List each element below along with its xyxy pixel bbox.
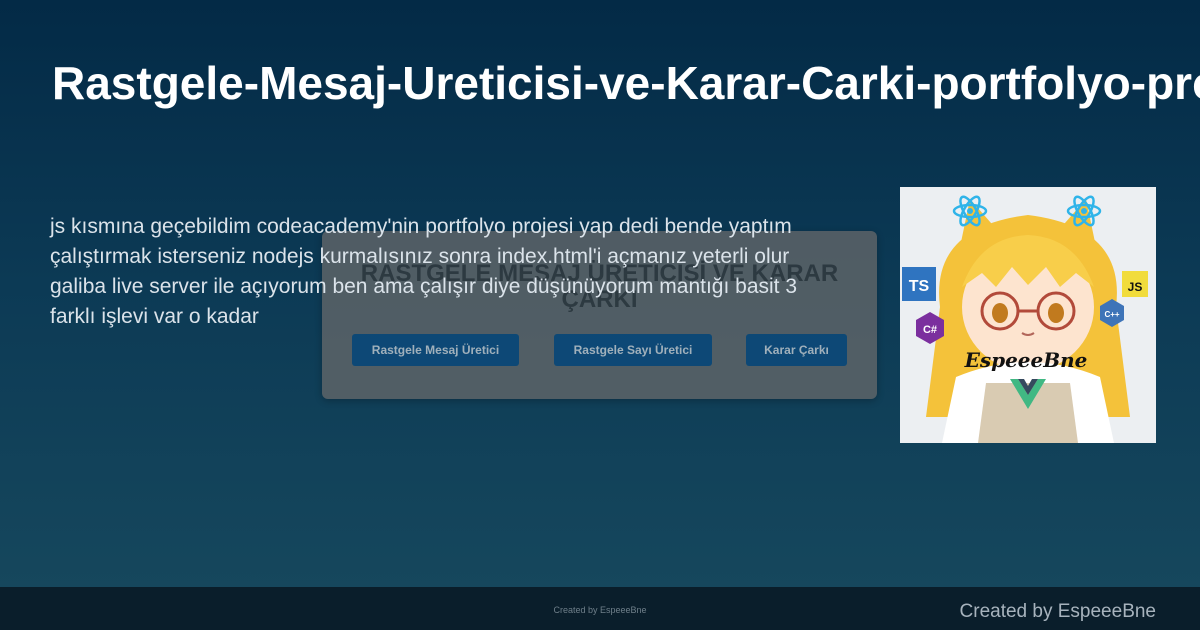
repo-title: Rastgele-Mesaj-Ureticisi-ve-Karar-Carki-…: [52, 57, 1200, 109]
cpp-badge: C++: [1104, 310, 1119, 319]
avatar-illustration: TS JS C# C++ EspeeeBne: [900, 187, 1156, 443]
csharp-badge: C#: [923, 324, 937, 336]
footer-bar: Created by EspeeeBne Created by EspeeeBn…: [0, 587, 1200, 630]
preview-random-number-button: Rastgele Sayı Üretici: [554, 334, 712, 366]
owner-avatar: TS JS C# C++ EspeeeBne: [900, 187, 1156, 443]
preview-random-message-button: Rastgele Mesaj Üretici: [352, 334, 519, 366]
avatar-signature: EspeeeBne: [964, 348, 1088, 372]
javascript-badge: JS: [1128, 280, 1143, 294]
footer-credit: Created by EspeeeBne: [959, 601, 1156, 622]
repo-description: js kısmına geçebildim codeacademy'nin po…: [50, 215, 798, 328]
typescript-badge: TS: [909, 278, 930, 295]
preview-decision-wheel-button: Karar Çarkı: [746, 334, 847, 366]
